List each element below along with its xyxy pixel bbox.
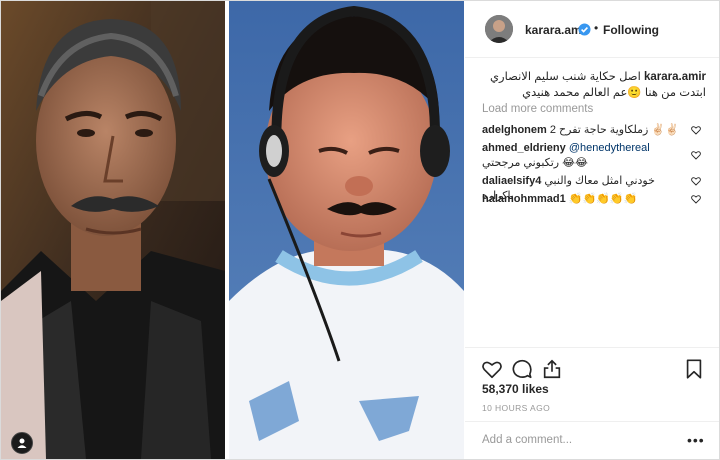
comment-item: halamohmmad1 👏👏👏👏👏 xyxy=(482,192,688,207)
comment-text: 👏👏👏👏👏 xyxy=(568,193,638,205)
comment-username[interactable]: ahmed_eldrieny xyxy=(482,142,566,154)
share-icon[interactable] xyxy=(541,358,563,380)
verified-badge-icon xyxy=(578,23,591,36)
comment-like-heart-icon[interactable] xyxy=(691,150,701,160)
load-more-comments-button[interactable]: Load more comments xyxy=(482,103,593,115)
comment-item: ahmed_eldrieny @henedythereal رتكبوني مر… xyxy=(482,141,688,171)
post-timestamp: 10 HOURS AGO xyxy=(482,403,551,413)
header-separator: • xyxy=(594,21,599,35)
comment-text: رتكبوني مرجحتي 😂😂 xyxy=(482,157,588,169)
comment-item: adelghonem 2 زملكاوية حاجة تفرح ✌🏻✌🏻 xyxy=(482,123,688,138)
comment-username[interactable]: daliaelsify4 xyxy=(482,175,541,187)
post-sidebar: karara.amir • Following karara.amir اصل … xyxy=(465,1,719,459)
comment-icon[interactable] xyxy=(511,358,533,380)
comment-username[interactable]: halamohmmad1 xyxy=(482,193,566,205)
comment-mention-link[interactable]: @henedythereal xyxy=(569,142,650,154)
likes-count[interactable]: 58,370 likes xyxy=(482,382,549,396)
comment-text: 2 زملكاوية حاجة تفرح ✌🏻✌🏻 xyxy=(549,124,679,136)
more-options-icon[interactable]: ••• xyxy=(687,432,705,448)
photo-left-man-with-mustache xyxy=(1,1,225,459)
comment-like-heart-icon[interactable] xyxy=(691,194,701,204)
avatar[interactable] xyxy=(485,15,513,43)
photo-left-illustration xyxy=(1,1,225,459)
comment-like-heart-icon[interactable] xyxy=(691,125,701,135)
following-button[interactable]: Following xyxy=(603,23,659,37)
bookmark-icon[interactable] xyxy=(683,358,705,380)
comment-like-heart-icon[interactable] xyxy=(691,176,701,186)
photo-right-man-with-headphones xyxy=(229,1,464,459)
comment-username[interactable]: adelghonem xyxy=(482,124,547,136)
caption-username[interactable]: karara.amir xyxy=(644,71,706,83)
post-header: karara.amir • Following xyxy=(465,1,719,58)
heart-icon[interactable] xyxy=(481,358,503,380)
post-media[interactable] xyxy=(1,1,464,459)
add-comment-bar: Add a comment... ••• xyxy=(465,421,719,459)
photo-right-illustration xyxy=(229,1,464,459)
caption: karara.amir اصل حكاية شنب سليم الانصاري … xyxy=(482,69,706,101)
add-comment-input[interactable]: Add a comment... xyxy=(482,434,572,446)
instagram-post-window: karara.amir • Following karara.amir اصل … xyxy=(0,0,720,460)
user-tag-icon[interactable] xyxy=(11,432,33,454)
